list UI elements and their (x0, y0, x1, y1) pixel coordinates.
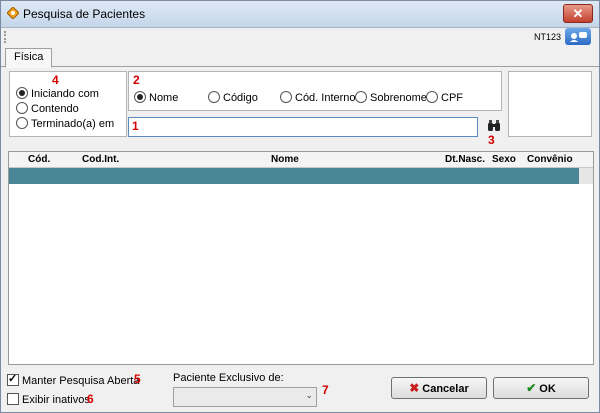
radio-indicator[interactable] (16, 87, 28, 99)
tab-fisica[interactable]: Física (5, 48, 53, 68)
radio-terminado-em[interactable]: Terminado(a) em (16, 117, 114, 131)
toolbar: NT123 (1, 28, 599, 47)
radio-label: Terminado(a) em (31, 118, 115, 130)
column-header-cod-int[interactable]: Cod.Int. (82, 154, 119, 165)
patient-search-window: Pesquisa de Pacientes ✕ NT123 Física 4 I… (0, 0, 600, 413)
radio-indicator[interactable] (134, 91, 146, 103)
search-input[interactable] (128, 117, 478, 137)
radio-indicator[interactable] (16, 102, 28, 114)
chat-icon (570, 32, 587, 42)
radio-indicator[interactable] (426, 91, 438, 103)
cancel-x-icon: ✖ (409, 381, 420, 395)
column-header-dt-nasc[interactable]: Dt.Nasc. (445, 154, 485, 165)
cancel-button[interactable]: ✖ Cancelar (391, 377, 487, 399)
annotation-4: 4 (52, 73, 59, 87)
title-bar[interactable]: Pesquisa de Pacientes ✕ (1, 1, 599, 28)
radio-label: Cód. Interno (295, 92, 356, 104)
column-header-sexo[interactable]: Sexo (492, 154, 516, 165)
radio-label: Nome (149, 92, 179, 104)
toolbar-grip[interactable] (4, 31, 9, 43)
binoculars-icon[interactable] (487, 120, 501, 132)
radio-label: Iniciando com (31, 88, 99, 100)
radio-cod-interno[interactable]: Cód. Interno (280, 91, 356, 105)
radio-nome[interactable]: Nome (134, 91, 178, 105)
column-header-convenio[interactable]: Convênio (527, 154, 573, 165)
annotation-2: 2 (133, 73, 140, 87)
show-inactive-checkbox[interactable]: Exibir inativos (7, 393, 90, 407)
exclusive-patient-select[interactable]: ⌄ (173, 387, 317, 407)
radio-label: Sobrenome (370, 92, 427, 104)
checkbox-label: Manter Pesquisa Aberta (22, 375, 140, 387)
chat-button[interactable] (565, 28, 591, 45)
annotation-3: 3 (488, 133, 495, 147)
checkbox-label: Exibir inativos (22, 394, 90, 406)
cancel-button-label: Cancelar (422, 383, 469, 395)
radio-indicator[interactable] (280, 91, 292, 103)
window-title: Pesquisa de Pacientes (23, 7, 146, 21)
radio-contendo[interactable]: Contendo (16, 102, 79, 116)
chevron-down-icon[interactable]: ⌄ (305, 390, 313, 401)
ok-check-icon: ✔ (526, 381, 537, 395)
radio-indicator[interactable] (355, 91, 367, 103)
app-icon (7, 7, 19, 19)
results-grid[interactable]: Cód. Cod.Int. Nome Dt.Nasc. Sexo Convêni… (8, 151, 594, 365)
annotation-7: 7 (322, 383, 329, 397)
column-header-cod[interactable]: Cód. (28, 154, 50, 165)
radio-label: CPF (441, 92, 463, 104)
radio-label: Contendo (31, 103, 79, 115)
radio-indicator[interactable] (16, 117, 28, 129)
checkbox-indicator[interactable] (7, 393, 19, 405)
grid-scrollbar[interactable] (579, 168, 593, 184)
annotation-6: 6 (87, 392, 94, 406)
exclusive-patient-label: Paciente Exclusivo de: (173, 372, 284, 384)
radio-label: Código (223, 92, 258, 104)
radio-codigo[interactable]: Código (208, 91, 258, 105)
ok-button[interactable]: ✔ OK (493, 377, 589, 399)
patient-photo-box (508, 71, 592, 137)
table-row-selected[interactable] (9, 168, 579, 184)
ok-button-label: OK (539, 383, 556, 395)
checkbox-indicator[interactable] (7, 372, 19, 386)
column-header-nome[interactable]: Nome (271, 154, 299, 165)
radio-cpf[interactable]: CPF (426, 91, 463, 105)
toolbar-code: NT123 (533, 32, 561, 42)
radio-iniciando-com[interactable]: Iniciando com (16, 87, 99, 101)
annotation-1: 1 (132, 119, 139, 133)
tab-strip: Física (1, 47, 599, 68)
radio-sobrenome[interactable]: Sobrenome (355, 91, 427, 105)
close-button[interactable]: ✕ (563, 4, 593, 23)
grid-header: Cód. Cod.Int. Nome Dt.Nasc. Sexo Convêni… (9, 152, 593, 168)
annotation-5: 5 (134, 372, 141, 386)
radio-indicator[interactable] (208, 91, 220, 103)
keep-search-open-checkbox[interactable]: Manter Pesquisa Aberta (7, 372, 140, 388)
